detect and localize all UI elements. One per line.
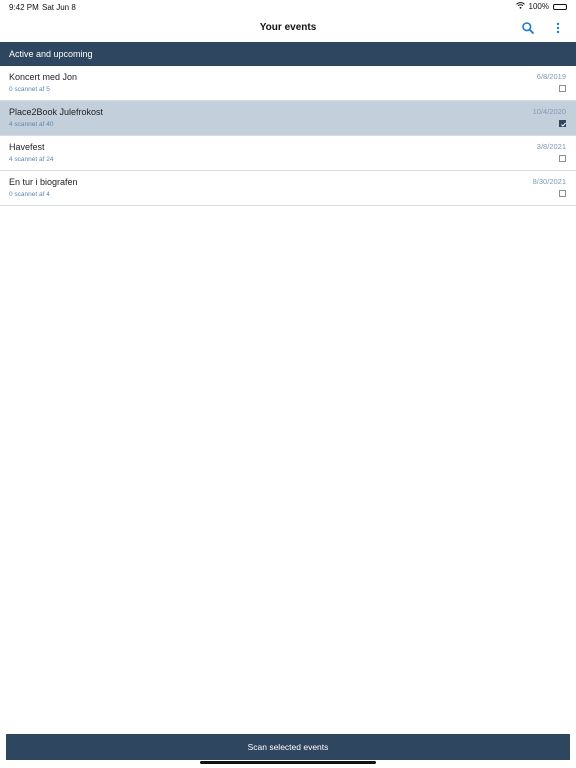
page-title: Your events <box>259 22 317 33</box>
event-checkbox[interactable] <box>559 190 566 197</box>
scan-selected-events-button[interactable]: Scan selected events <box>6 734 570 760</box>
event-scan-count: 0 scannet af 4 <box>9 191 50 198</box>
more-vertical-icon[interactable] <box>554 20 562 36</box>
event-list: Koncert med Jon 0 scannet af 5 6/8/2019 … <box>0 66 576 206</box>
event-row[interactable]: Place2Book Julefrokost 4 scannet af 40 1… <box>0 101 576 136</box>
screen: 9:42 PM Sat Jun 8 100% Your events Activ… <box>0 0 576 768</box>
status-bar: 9:42 PM Sat Jun 8 100% <box>0 0 576 14</box>
event-row[interactable]: Havefest 4 scannet af 24 3/8/2021 <box>0 136 576 171</box>
battery-icon <box>553 3 567 10</box>
event-checkbox[interactable] <box>559 85 566 92</box>
event-row[interactable]: En tur i biografen 0 scannet af 4 8/30/2… <box>0 171 576 206</box>
event-name: Havefest <box>9 142 45 152</box>
battery-percent: 100% <box>528 2 549 11</box>
event-date: 10/4/2020 <box>532 107 566 116</box>
event-date: 3/8/2021 <box>536 142 566 151</box>
event-name: En tur i biografen <box>9 177 78 187</box>
search-icon[interactable] <box>521 21 535 35</box>
status-right: 100% <box>515 2 567 11</box>
event-scan-count: 0 scannet af 5 <box>9 86 50 93</box>
wifi-icon <box>515 2 525 11</box>
event-row[interactable]: Koncert med Jon 0 scannet af 5 6/8/2019 <box>0 66 576 101</box>
event-date: 6/8/2019 <box>536 72 566 81</box>
home-indicator <box>200 761 376 764</box>
status-time: 9:42 PM <box>9 3 39 12</box>
checkmark-icon <box>561 122 566 127</box>
event-scan-count: 4 scannet af 24 <box>9 156 54 163</box>
event-scan-count: 4 scannet af 40 <box>9 121 54 128</box>
section-header: Active and upcoming <box>0 42 576 66</box>
event-checkbox[interactable] <box>559 155 566 162</box>
event-name: Koncert med Jon <box>9 72 78 82</box>
event-checkbox[interactable] <box>559 120 566 127</box>
event-date: 8/30/2021 <box>532 177 566 186</box>
nav-bar: Your events <box>0 14 576 42</box>
event-name: Place2Book Julefrokost <box>9 107 104 117</box>
status-date: Sat Jun 8 <box>42 3 76 12</box>
